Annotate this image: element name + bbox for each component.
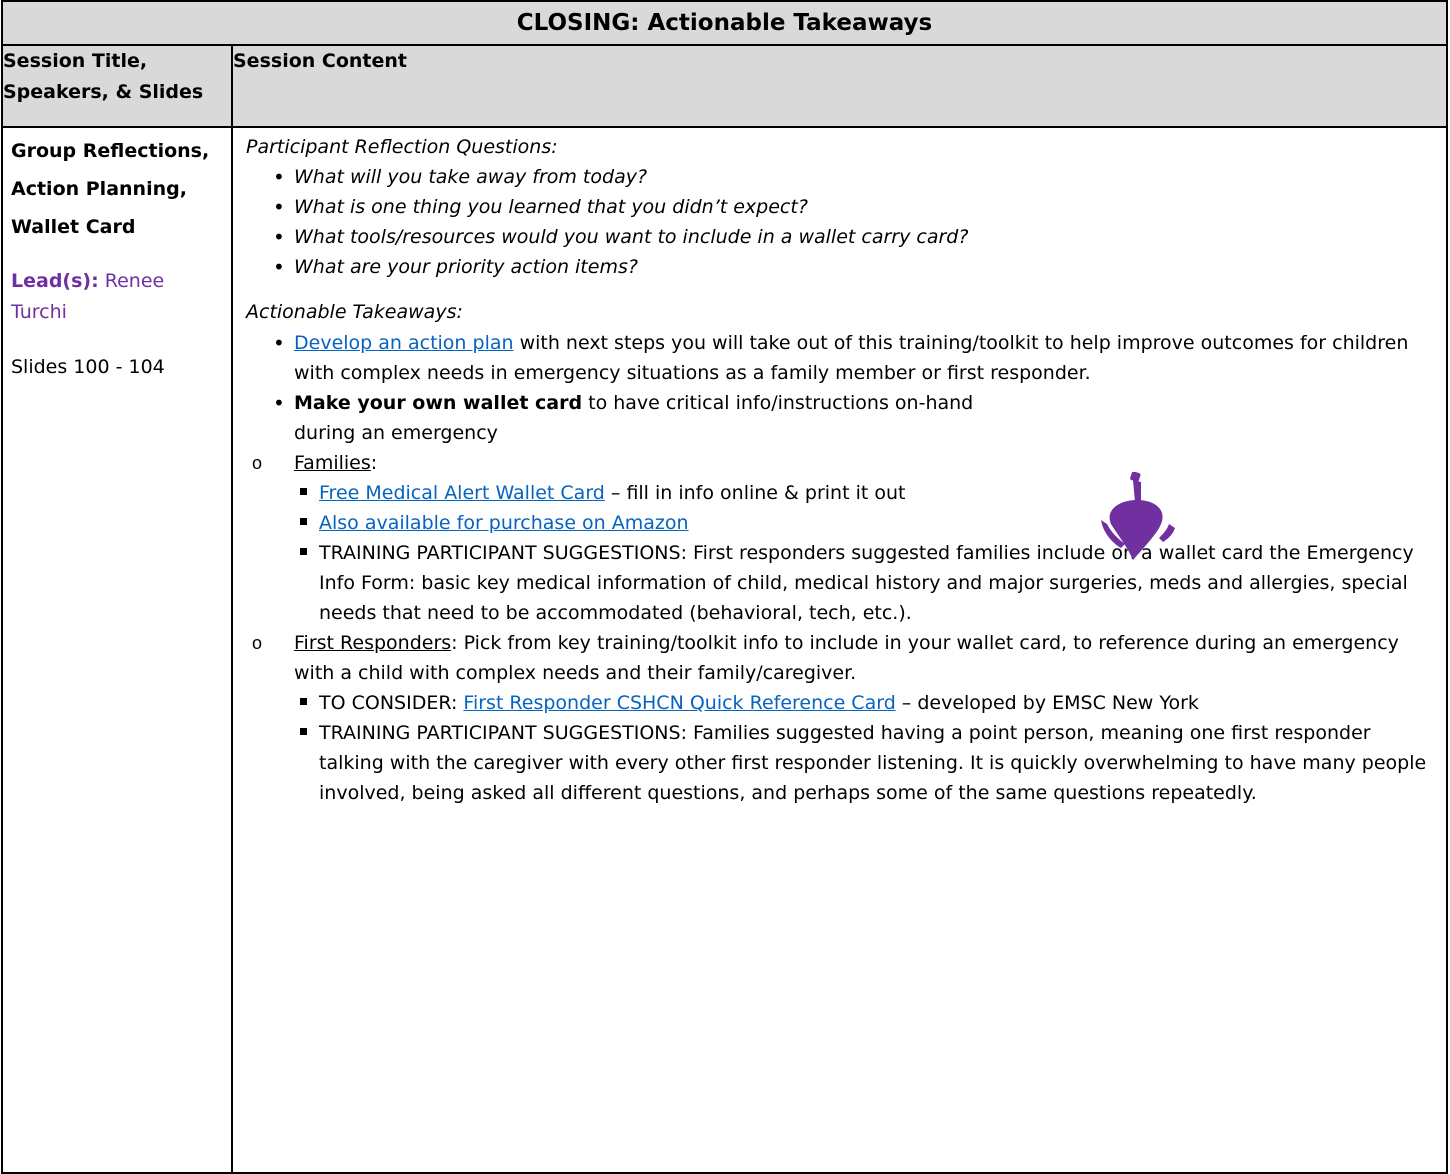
first-responders-text: : Pick from key training/toolkit info to… <box>294 632 1399 684</box>
quick-reference-card-link[interactable]: First Responder CSHCN Quick Reference Ca… <box>463 692 895 714</box>
lead-label: Lead(s): <box>11 270 99 292</box>
reflection-question: What tools/resources would you want to i… <box>246 222 1436 252</box>
session-title-line: Group Reflections, <box>11 140 210 162</box>
amazon-link[interactable]: Also available for purchase on Amazon <box>319 512 689 534</box>
reflection-question: What are your priority action items? <box>246 252 1436 282</box>
takeaway-text: to have critical info/instructions on-ha… <box>582 392 974 414</box>
reflection-question: What is one thing you learned that you d… <box>246 192 1436 222</box>
takeaway-text: during an emergency <box>294 422 498 444</box>
header-col2-label: Session Content <box>233 50 407 72</box>
takeaways-heading: Actionable Takeaways: <box>246 301 463 323</box>
wallet-card-bold: Make your own wallet card <box>294 392 583 414</box>
session-info-cell: Group Reflections, Action Planning, Wall… <box>1 126 233 1174</box>
families-item: TRAINING PARTICIPANT SUGGESTIONS: First … <box>246 538 1436 628</box>
families-list: Free Medical Alert Wallet Card – fill in… <box>246 478 1436 628</box>
action-plan-link[interactable]: Develop an action plan <box>294 332 514 354</box>
first-responders-list: TO CONSIDER: First Responder CSHCN Quick… <box>246 688 1436 808</box>
page-title: CLOSING: Actionable Takeaways <box>1 0 1448 46</box>
header-row: Session Title, Speakers, & Slides Sessio… <box>1 44 1448 128</box>
families-label: Families <box>294 452 371 474</box>
lead-name-last: Turchi <box>11 301 67 323</box>
reflection-question-list: What will you take away from today? What… <box>246 162 1436 282</box>
title-row: CLOSING: Actionable Takeaways <box>1 0 1448 46</box>
session-slides: Slides 100 - 104 <box>11 356 165 378</box>
spinning-top-icon <box>1101 472 1175 560</box>
session-title-line: Action Planning, <box>11 178 187 200</box>
first-responders-item: TRAINING PARTICIPANT SUGGESTIONS: Famili… <box>246 718 1436 808</box>
families-item: Free Medical Alert Wallet Card – fill in… <box>246 478 1436 508</box>
header-col2: Session Content <box>231 44 1448 128</box>
session-lead: Lead(s): Renee Turchi <box>11 266 223 328</box>
families-item-text: – fill in info online & print it out <box>604 482 906 504</box>
session-title-line: Wallet Card <box>11 216 136 238</box>
reflection-question: What will you take away from today? <box>246 162 1436 192</box>
first-responders-item-text: – developed by EMSC New York <box>895 692 1199 714</box>
session-title: Group Reflections, Action Planning, Wall… <box>11 132 223 246</box>
takeaway-item: Develop an action plan with next steps y… <box>246 328 1426 388</box>
families-item: Also available for purchase on Amazon <box>246 508 1436 538</box>
first-responders-item: TO CONSIDER: First Responder CSHCN Quick… <box>246 688 1436 718</box>
header-col1: Session Title, Speakers, & Slides <box>1 44 233 128</box>
families-colon: : <box>370 452 378 474</box>
reflection-heading: Participant Reflection Questions: <box>246 136 558 158</box>
header-col1-label: Session Title, Speakers, & Slides <box>3 50 204 103</box>
session-content-cell: Participant Reflection Questions: What w… <box>231 126 1448 1174</box>
consider-prefix: TO CONSIDER: <box>319 692 464 714</box>
session-row: Group Reflections, Action Planning, Wall… <box>1 126 1448 1174</box>
lead-name-first: Renee <box>104 270 165 292</box>
session-table: CLOSING: Actionable Takeaways Session Ti… <box>1 0 1448 1174</box>
first-responders-label: First Responders <box>294 632 452 654</box>
medical-alert-card-link[interactable]: Free Medical Alert Wallet Card <box>319 482 605 504</box>
families-section: Families: <box>246 448 1436 478</box>
takeaway-item: Make your own wallet card to have critic… <box>246 388 1426 448</box>
first-responders-section: First Responders: Pick from key training… <box>246 628 1436 688</box>
takeaway-list: Develop an action plan with next steps y… <box>246 328 1436 448</box>
